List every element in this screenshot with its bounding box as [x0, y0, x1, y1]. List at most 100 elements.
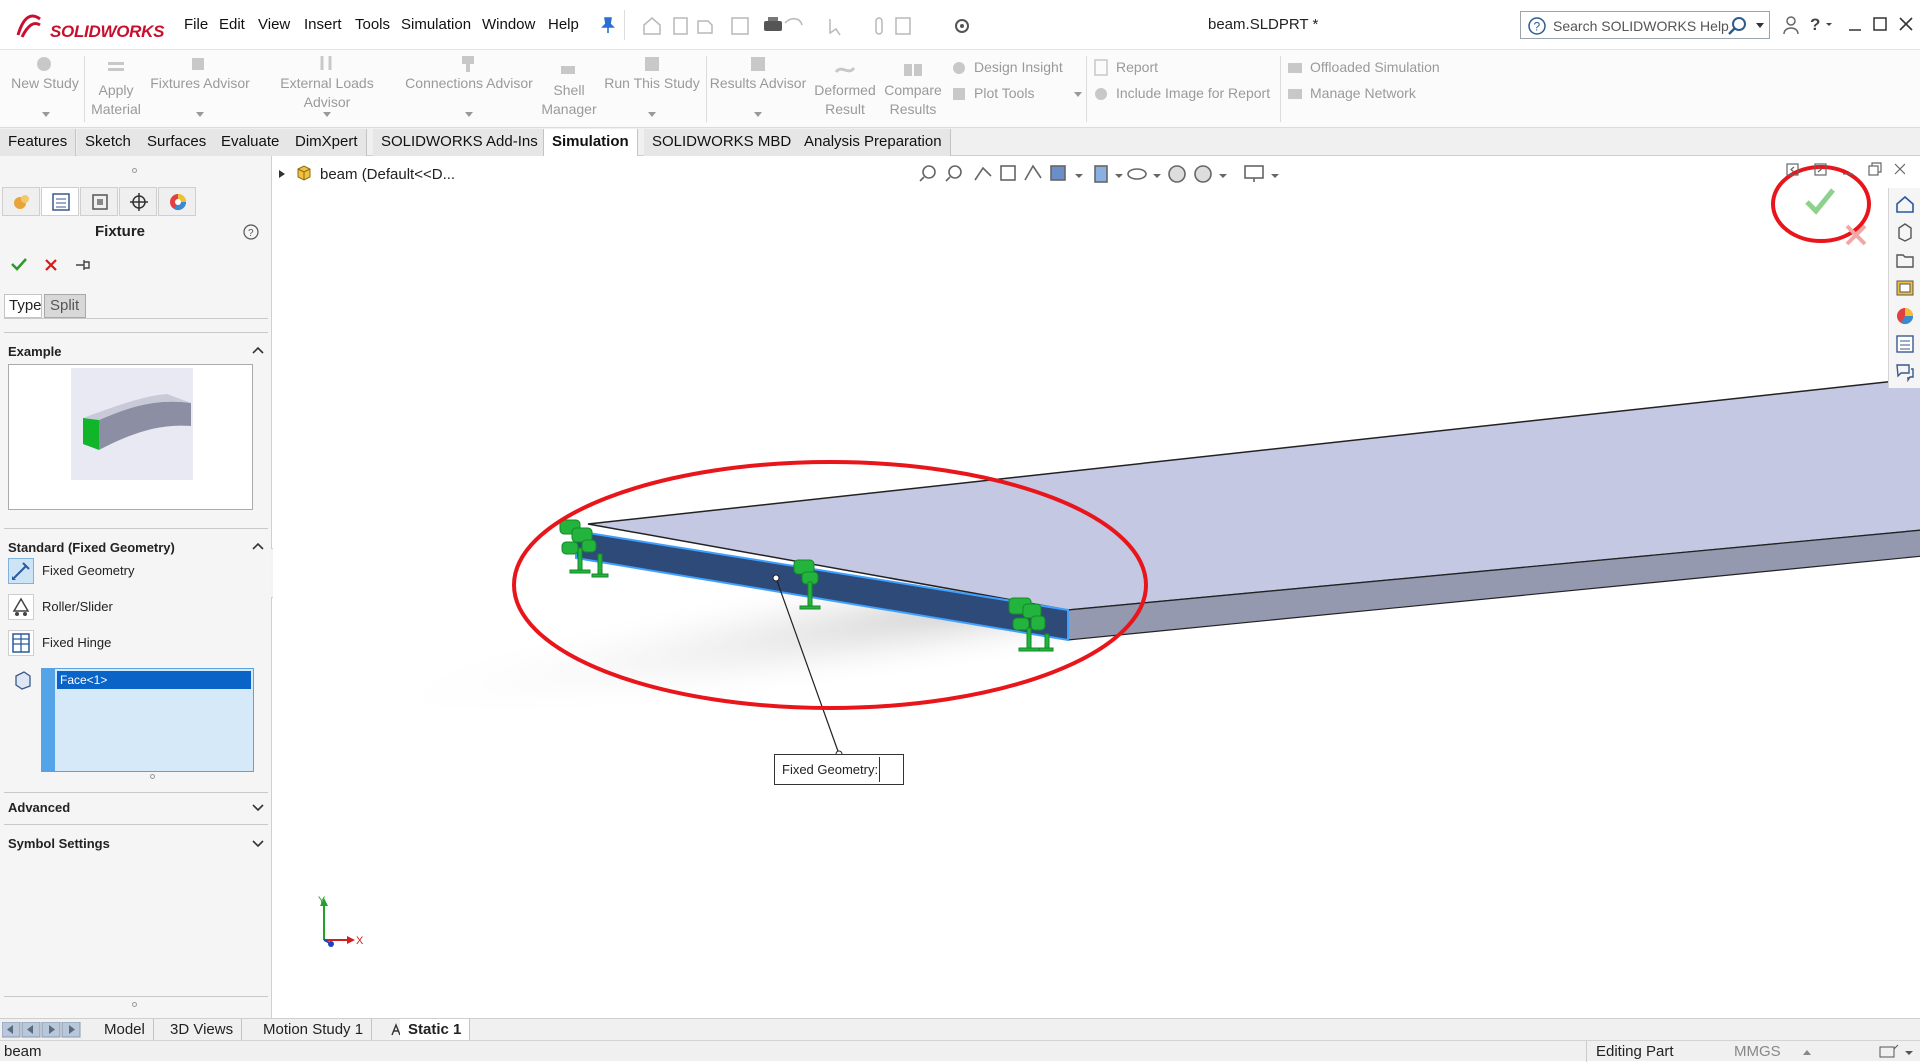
tab-configurationmanager[interactable]	[80, 187, 118, 216]
apply-material-button[interactable]: Apply Material	[88, 52, 144, 124]
help-icon[interactable]: ?	[1808, 14, 1834, 34]
chevron-down-icon[interactable]	[42, 112, 50, 118]
selection-list[interactable]: Face<1>	[54, 668, 254, 772]
chevron-down-icon[interactable]	[1904, 1050, 1914, 1056]
tab-evaluate[interactable]: Evaluate	[213, 129, 289, 156]
design-library-icon[interactable]	[1895, 222, 1915, 242]
menu-view[interactable]: View	[258, 16, 290, 33]
tab-mbd[interactable]: SOLIDWORKS MBD	[644, 129, 801, 156]
tab-analysis-preparation[interactable]: Analysis Preparation	[796, 129, 951, 156]
forum-icon[interactable]	[1895, 362, 1915, 382]
design-insight-button[interactable]: Design Insight	[950, 58, 1080, 80]
tab-dimxpertmanager[interactable]	[119, 187, 157, 216]
deformed-result-button[interactable]: Deformed Result	[810, 52, 880, 124]
splitter-handle-bottom[interactable]	[132, 1002, 137, 1007]
chevron-down-icon[interactable]	[648, 112, 656, 118]
expand-arrow-icon[interactable]	[278, 169, 286, 179]
help-search-input[interactable]: Search SOLIDWORKS Help	[1553, 18, 1729, 34]
feature-tree-item[interactable]: beam (Default<<D...	[320, 166, 455, 183]
chevron-down-icon[interactable]	[465, 112, 473, 118]
viewport-window-controls[interactable]	[1785, 162, 1905, 178]
ok-icon[interactable]	[10, 256, 28, 272]
chevron-down-icon[interactable]	[252, 840, 264, 848]
chevron-down-icon[interactable]	[252, 804, 264, 812]
results-advisor-button[interactable]: Results Advisor	[708, 52, 808, 124]
bottom-tab-3d-views[interactable]: 3D Views	[162, 1019, 243, 1041]
menu-insert[interactable]: Insert	[304, 16, 342, 33]
menu-help[interactable]: Help	[548, 16, 579, 33]
menu-simulation[interactable]: Simulation	[401, 16, 471, 33]
menu-tools[interactable]: Tools	[355, 16, 390, 33]
new-study-button[interactable]: New Study	[8, 52, 82, 124]
selection-item-face[interactable]: Face<1>	[57, 671, 251, 689]
maximize-icon[interactable]	[1872, 16, 1888, 32]
chevron-down-icon[interactable]	[1074, 92, 1082, 98]
chevron-up-icon[interactable]	[252, 542, 264, 550]
file-explorer-icon[interactable]	[1895, 250, 1915, 270]
pushpin-icon[interactable]	[74, 257, 92, 273]
chevron-down-icon[interactable]	[754, 112, 762, 118]
model-viewport[interactable]	[273, 156, 1920, 1018]
option-fixed-geometry[interactable]: Fixed Geometry	[8, 558, 266, 586]
menu-edit[interactable]: Edit	[219, 16, 245, 33]
connections-advisor-button[interactable]: Connections Advisor	[402, 52, 536, 124]
tab-sketch[interactable]: Sketch	[77, 129, 140, 156]
minimize-icon[interactable]	[1848, 18, 1862, 32]
help-search-box[interactable]: ? Search SOLIDWORKS Help	[1520, 11, 1770, 39]
compare-results-button[interactable]: Compare Results	[880, 52, 946, 124]
tab-simulation[interactable]: Simulation	[543, 129, 638, 156]
tab-addins[interactable]: SOLIDWORKS Add-Ins	[373, 129, 547, 156]
pm-help-icon[interactable]: ?	[243, 224, 259, 240]
close-icon[interactable]	[1898, 16, 1914, 32]
chevron-down-icon[interactable]	[196, 112, 204, 118]
list-resize-handle[interactable]	[150, 774, 155, 779]
subtab-split[interactable]: Split	[44, 294, 86, 318]
tab-features[interactable]: Features	[0, 129, 77, 156]
bottom-tab-static-1[interactable]: Static 1	[400, 1019, 471, 1041]
fixtures-advisor-button[interactable]: Fixtures Advisor	[148, 52, 252, 124]
chevron-up-icon[interactable]	[252, 346, 264, 354]
manage-network-button[interactable]: Manage Network	[1286, 84, 1446, 106]
tab-displaymanager[interactable]	[158, 187, 196, 216]
chevron-up-icon[interactable]	[1802, 1048, 1812, 1056]
menu-window[interactable]: Window	[482, 16, 535, 33]
customize-statusbar-icon[interactable]	[1878, 1043, 1900, 1061]
offloaded-simulation-button[interactable]: Offloaded Simulation	[1286, 58, 1466, 80]
fixture-callout[interactable]: Fixed Geometry:	[774, 754, 904, 785]
bottom-tab-motion-study[interactable]: Motion Study 1	[255, 1019, 373, 1041]
tab-dimxpert[interactable]: DimXpert	[287, 129, 367, 156]
advanced-heading[interactable]: Advanced	[8, 800, 70, 815]
graphics-area[interactable]: beam (Default<<D... Fixed Geometry: Y X	[273, 156, 1920, 1018]
external-loads-advisor-button[interactable]: External Loads Advisor	[256, 52, 398, 124]
confirm-ok-icon[interactable]	[1803, 186, 1837, 216]
run-this-study-button[interactable]: Run This Study	[602, 52, 702, 124]
tab-featuremanager[interactable]	[2, 187, 40, 216]
subtab-type[interactable]: Type	[4, 294, 42, 318]
home-icon[interactable]	[1895, 194, 1915, 214]
heads-up-view-toolbar[interactable]	[919, 162, 1299, 186]
appearances-icon[interactable]	[1895, 306, 1915, 326]
option-fixed-hinge[interactable]: Fixed Hinge	[8, 630, 266, 658]
cancel-icon[interactable]	[43, 257, 59, 273]
view-palette-icon[interactable]	[1895, 278, 1915, 298]
search-icon[interactable]	[1727, 16, 1749, 36]
shell-manager-button[interactable]: Shell Manager	[536, 52, 602, 124]
option-roller-slider[interactable]: Roller/Slider	[8, 594, 266, 622]
status-units[interactable]: MMGS	[1734, 1043, 1781, 1060]
chevron-down-icon[interactable]	[323, 112, 331, 118]
menu-file[interactable]: File	[184, 16, 208, 33]
confirm-cancel-icon[interactable]	[1843, 222, 1869, 248]
tab-scroll-arrows[interactable]	[2, 1022, 84, 1038]
pin-icon[interactable]	[600, 16, 616, 34]
tab-surfaces[interactable]: Surfaces	[139, 129, 216, 156]
splitter-handle[interactable]	[132, 168, 137, 173]
tab-propertymanager[interactable]	[41, 187, 79, 216]
report-button[interactable]: Report	[1092, 58, 1212, 80]
include-image-for-report-button[interactable]: Include Image for Report	[1092, 84, 1272, 106]
symbol-settings-heading[interactable]: Symbol Settings	[8, 836, 110, 851]
solidworks-logo[interactable]: SOLIDWORKS	[10, 8, 164, 46]
chevron-down-icon[interactable]	[1755, 22, 1765, 30]
custom-properties-icon[interactable]	[1895, 334, 1915, 354]
plot-tools-button[interactable]: Plot Tools	[950, 84, 1082, 106]
user-icon[interactable]	[1782, 15, 1800, 35]
